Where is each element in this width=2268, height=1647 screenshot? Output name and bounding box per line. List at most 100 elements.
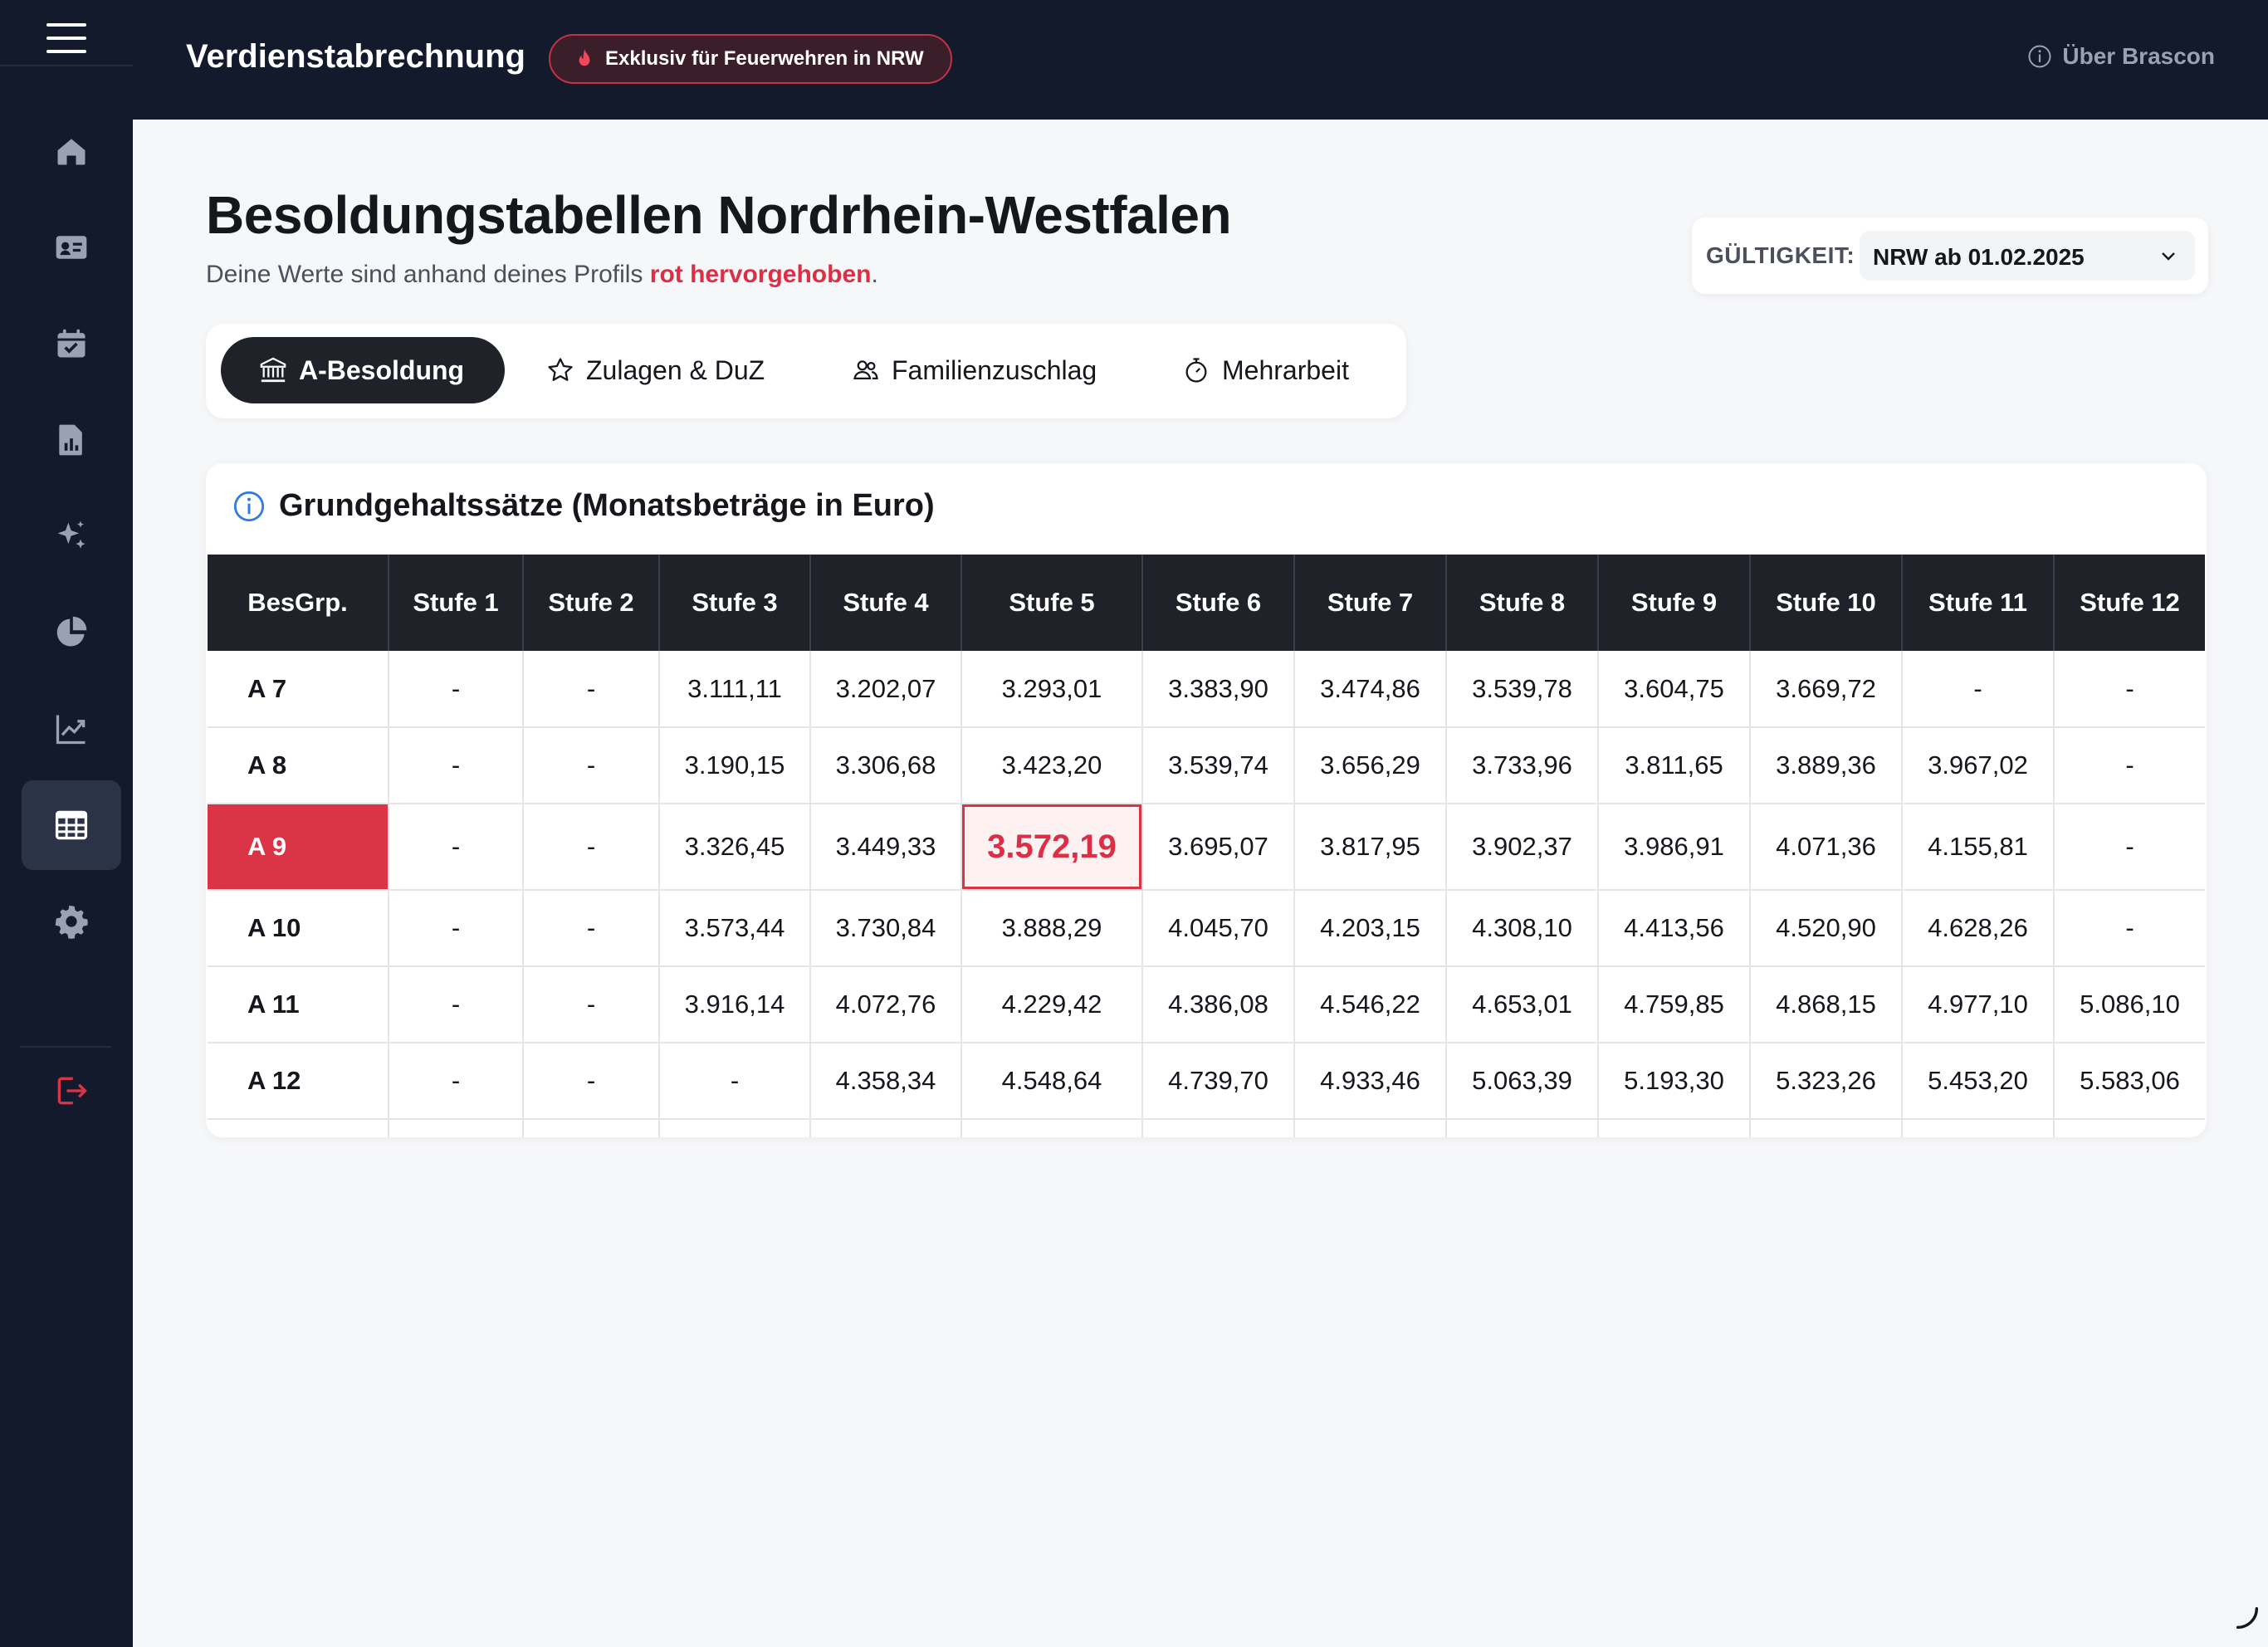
pay-grade-cell: A 8	[208, 727, 389, 804]
column-header: Stufe 5	[961, 555, 1143, 651]
salary-cell: 3.730,84	[810, 890, 962, 967]
salary-table: BesGrp. Stufe 1 Stufe 2 Stufe 3 Stufe 4 Stufe…	[208, 555, 2205, 1137]
salary-cell: 3.306,68	[810, 727, 962, 804]
users-icon	[853, 360, 878, 380]
tab-familienzuschlag[interactable]: Familienzuschlag	[852, 337, 1134, 403]
salary-cell: -	[659, 1119, 811, 1137]
salary-cell: -	[523, 890, 660, 967]
sidebar	[0, 0, 133, 1647]
salary-cell: 4.071,36	[1750, 804, 1903, 891]
tab-label: Zulagen & DuZ	[586, 354, 765, 385]
salary-cell: 3.423,20	[961, 727, 1143, 804]
salary-cell: -	[389, 727, 524, 804]
salary-cell: 4.203,15	[1294, 890, 1447, 967]
sidebar-item-settings[interactable]	[22, 877, 121, 966]
salary-cell: -	[523, 804, 660, 891]
file-chart-icon	[59, 424, 82, 456]
salary-cell: 5.612,86	[1294, 1119, 1447, 1137]
subtitle-highlight: rot hervorgehoben	[649, 261, 872, 288]
tab-zulagen[interactable]: Zulagen & DuZ	[546, 337, 787, 403]
tab-a-besoldung[interactable]: A-Besoldung	[221, 337, 505, 403]
validity-card: GÜLTIGKEIT: NRW ab 01.02.2025	[1692, 217, 2208, 294]
table-card-title: Grundgehaltssätze (Monatsbeträge in Euro…	[232, 488, 935, 524]
tab-label: Mehrarbeit	[1222, 354, 1349, 385]
salary-cell: 4.072,76	[810, 966, 962, 1043]
pie-chart-icon	[56, 616, 87, 647]
menu-icon[interactable]	[46, 23, 86, 53]
salary-cell: 4.413,56	[1598, 890, 1751, 967]
logout-button[interactable]	[22, 1046, 121, 1136]
salary-cell: -	[389, 651, 524, 728]
column-header: Stufe 6	[1142, 555, 1295, 651]
column-header: Stufe 7	[1294, 555, 1447, 651]
salary-cell: -	[523, 1119, 660, 1137]
salary-cell: 5.472,56	[1142, 1119, 1295, 1137]
salary-cell: 5.583,06	[2054, 1043, 2205, 1120]
bank-icon	[260, 357, 286, 383]
salary-cell: -	[523, 966, 660, 1043]
logout-icon	[57, 1077, 87, 1105]
salary-cell: 4.045,70	[1142, 890, 1295, 967]
salary-cell: 3.539,74	[1142, 727, 1295, 804]
tab-mehrarbeit[interactable]: Mehrarbeit	[1182, 337, 1381, 403]
sidebar-item-ai[interactable]	[22, 491, 121, 581]
table-row: A 10- -3.573,44 3.730,84 3.888,29 4.045,70 4.…	[208, 890, 2205, 967]
sidebar-item-home[interactable]	[22, 106, 121, 196]
salary-cell: 4.977,10	[1902, 966, 2055, 1043]
tab-bar: A-Besoldung Zulagen & DuZ Familienzuschl…	[206, 324, 1406, 418]
salary-cell: 3.573,44	[659, 890, 811, 967]
salary-cell: 4.386,08	[1142, 966, 1295, 1043]
top-bar: Verdienstabrechnung Exklusiv für Feuerwe…	[133, 0, 2268, 120]
pay-grade-cell: A 7	[208, 651, 389, 728]
salary-cell: -	[2054, 727, 2205, 804]
column-header: Stufe 9	[1598, 555, 1751, 651]
salary-cell: 6.174,04	[1902, 1119, 2055, 1137]
salary-cell: -	[389, 890, 524, 967]
salary-cell: 3.695,07	[1142, 804, 1295, 891]
column-header: Stufe 3	[659, 555, 811, 651]
salary-cell: 3.474,86	[1294, 651, 1447, 728]
home-icon	[57, 139, 86, 165]
sidebar-item-statistics[interactable]	[22, 588, 121, 677]
about-link[interactable]: Über Brascon	[2027, 43, 2215, 70]
salary-cell: 5.893,45	[1598, 1119, 1751, 1137]
salary-cell: 3.888,29	[961, 890, 1143, 967]
salary-cell: 4.229,42	[961, 966, 1143, 1043]
salary-cell: -	[2054, 1119, 2205, 1137]
salary-cell: -	[523, 651, 660, 728]
column-header: Stufe 10	[1750, 555, 1903, 651]
salary-cell: 4.739,70	[1142, 1043, 1295, 1120]
salary-cell: 6.033,77	[1750, 1119, 1903, 1137]
salary-cell: 4.520,90	[1750, 890, 1903, 967]
tab-label: Familienzuschlag	[892, 354, 1097, 385]
sidebar-item-profile[interactable]	[22, 203, 121, 292]
column-header: Stufe 1	[389, 555, 524, 651]
salary-cell: -	[659, 1043, 811, 1120]
salary-cell: 3.539,78	[1446, 651, 1599, 728]
salary-cell: 4.933,46	[1294, 1043, 1447, 1120]
sidebar-item-tables[interactable]	[22, 780, 121, 870]
sidebar-item-calendar[interactable]	[22, 299, 121, 389]
table-row: A 8- -3.190,15 3.306,68 3.423,20 3.539,74 3.6…	[208, 727, 2205, 804]
salary-cell: 3.916,14	[659, 966, 811, 1043]
salary-cell: 5.753,14	[1446, 1119, 1599, 1137]
sidebar-item-documents[interactable]	[22, 395, 121, 485]
validity-selected-value: NRW ab 01.02.2025	[1873, 244, 2085, 270]
salary-cell: 3.111,11	[659, 651, 811, 728]
salary-cell: -	[2054, 804, 2205, 891]
salary-cell: 3.326,45	[659, 804, 811, 891]
sidebar-item-trends[interactable]	[22, 684, 121, 774]
salary-cell: 4.308,10	[1446, 890, 1599, 967]
salary-cell: 4.358,34	[810, 1043, 962, 1120]
sparkles-icon	[57, 520, 86, 549]
table-row: A 7- -3.111,11 3.202,07 3.293,01 3.383,90 3.4…	[208, 651, 2205, 728]
validity-select[interactable]: NRW ab 01.02.2025	[1860, 231, 2195, 281]
salary-cell: 4.868,15	[1750, 966, 1903, 1043]
salary-cell: 5.323,26	[1750, 1043, 1903, 1120]
salary-cell: 3.190,15	[659, 727, 811, 804]
salary-cell: 3.656,29	[1294, 727, 1447, 804]
salary-cell: 5.262,14	[961, 1119, 1143, 1137]
validity-label: GÜLTIGKEIT:	[1706, 242, 1855, 268]
info-icon	[233, 491, 265, 521]
salary-cell: 3.817,95	[1294, 804, 1447, 891]
